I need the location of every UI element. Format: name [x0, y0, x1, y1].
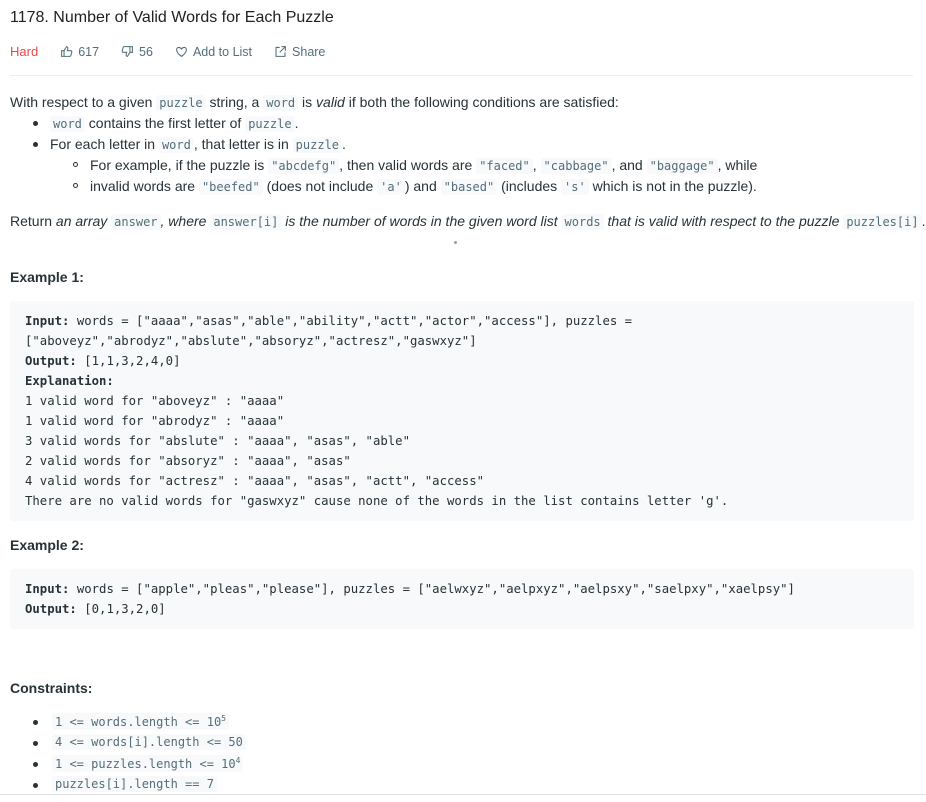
problem-title: 1178. Number of Valid Words for Each Puz… — [10, 9, 334, 26]
example-2-heading: Example 2: — [10, 537, 84, 553]
heart-icon — [176, 46, 187, 58]
dislike-count: 56 — [139, 44, 153, 59]
constraints-heading: Constraints: — [10, 680, 93, 696]
bullet-dot — [33, 762, 38, 767]
example-2-block: Input: words = ["apple","pleas","please"… — [10, 569, 914, 629]
bullet-dot — [33, 720, 38, 725]
constraint-puzzle-item-length: puzzles[i].length == 7 — [52, 776, 217, 792]
like-button[interactable]: 617 — [60, 45, 99, 59]
difficulty-badge: Hard — [10, 44, 39, 59]
constraint-word-item-length: 4 <= words[i].length <= 50 — [52, 734, 246, 750]
add-to-list-button[interactable]: Add to List — [175, 45, 252, 59]
example-1-heading: Example 1: — [10, 269, 84, 285]
bullet-dot — [33, 121, 38, 126]
example-invalid-words: invalid words are "beefed" (does not inc… — [90, 178, 757, 195]
problem-meta-bar: Hard 617 56 Add to List Share — [10, 44, 347, 59]
header-divider — [10, 75, 913, 76]
intro-paragraph: With respect to a given puzzle string, a… — [10, 94, 619, 111]
stray-dot — [454, 241, 457, 244]
constraint-puzzles-length: 1 <= puzzles.length <= 104 — [52, 755, 244, 772]
explanation-line: 4 valid words for "actresz" : "aaaa", "a… — [25, 474, 485, 488]
example-1-block: Input: words = ["aaaa","asas","able","ab… — [10, 301, 914, 521]
example-2-output-line: Output: [0,1,3,2,0] — [25, 602, 166, 616]
thumbs-up-icon — [61, 46, 73, 57]
example-1-input-continued: ["aboveyz","abrodyz","abslute","absoryz"… — [25, 334, 477, 348]
sub-bullet-circle — [73, 162, 78, 167]
thumbs-down-icon — [121, 46, 133, 57]
dislike-button[interactable]: 56 — [121, 45, 153, 59]
explanation-line: 1 valid word for "abrodyz" : "aaaa" — [25, 414, 285, 428]
return-paragraph: Return an array answer, where answer[i] … — [10, 213, 926, 230]
example-1-output-line: Output: [1,1,3,2,4,0] — [25, 354, 181, 368]
example-1-input-line: Input: words = ["aaaa","asas","able","ab… — [25, 314, 633, 328]
explanation-line: 2 valid words for "absoryz" : "aaaa", "a… — [25, 454, 351, 468]
share-label: Share — [292, 44, 326, 59]
share-button[interactable]: Share — [274, 45, 325, 59]
explanation-line: 3 valid words for "abslute" : "aaaa", "a… — [25, 434, 410, 448]
add-to-list-label: Add to List — [192, 44, 253, 59]
like-count: 617 — [78, 44, 100, 59]
example-2-input-line: Input: words = ["apple","pleas","please"… — [25, 582, 795, 596]
bullet-dot — [33, 783, 38, 788]
example-1-explanation-label: Explanation: — [25, 374, 114, 388]
bullet-dot — [33, 142, 38, 147]
bottom-divider — [0, 794, 926, 795]
explanation-line: 1 valid word for "aboveyz" : "aaaa" — [25, 394, 285, 408]
sub-bullet-circle — [73, 183, 78, 188]
share-icon — [275, 46, 286, 57]
example-valid-words: For example, if the puzzle is "abcdefg",… — [90, 157, 758, 174]
condition-2: For each letter in word, that letter is … — [50, 136, 346, 153]
explanation-line: There are no valid words for "gaswxyz" c… — [25, 494, 729, 508]
constraint-words-length: 1 <= words.length <= 105 — [52, 713, 229, 730]
condition-1: word contains the first letter of puzzle… — [50, 113, 298, 134]
bullet-dot — [33, 741, 38, 746]
